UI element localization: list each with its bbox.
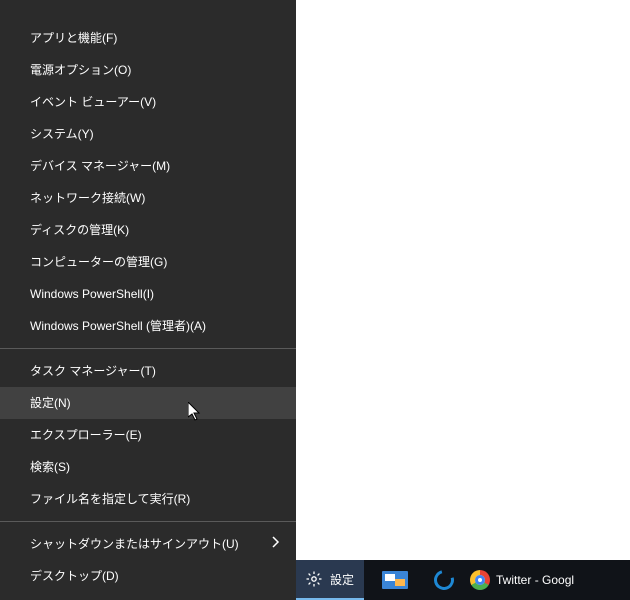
- menu-item-powershell-admin[interactable]: Windows PowerShell (管理者)(A): [0, 310, 296, 342]
- chrome-icon: [470, 570, 490, 590]
- menu-item-label: シャットダウンまたはサインアウト(U): [30, 528, 239, 560]
- ime-icon: [382, 571, 408, 589]
- menu-item-system[interactable]: システム(Y): [0, 118, 296, 150]
- menu-separator: [0, 521, 296, 522]
- menu-item-label: タスク マネージャー(T): [30, 355, 156, 387]
- menu-separator: [0, 348, 296, 349]
- edge-icon: [430, 566, 457, 593]
- menu-item-shutdown-signout[interactable]: シャットダウンまたはサインアウト(U): [0, 528, 296, 560]
- winx-context-menu: アプリと機能(F) 電源オプション(O) イベント ビューアー(V) システム(…: [0, 0, 296, 600]
- menu-item-search[interactable]: 検索(S): [0, 451, 296, 483]
- menu-item-device-manager[interactable]: デバイス マネージャー(M): [0, 150, 296, 182]
- gear-icon: [306, 571, 322, 587]
- menu-item-label: デバイス マネージャー(M): [30, 150, 170, 182]
- menu-item-explorer[interactable]: エクスプローラー(E): [0, 419, 296, 451]
- taskbar-ime-indicator[interactable]: [364, 560, 426, 600]
- menu-item-label: Windows PowerShell (管理者)(A): [30, 310, 206, 342]
- menu-item-label: ファイル名を指定して実行(R): [30, 483, 190, 515]
- menu-item-label: ネットワーク接続(W): [30, 182, 145, 214]
- taskbar-app-chrome[interactable]: Twitter - Googl: [462, 560, 580, 600]
- menu-item-computer-management[interactable]: コンピューターの管理(G): [0, 246, 296, 278]
- menu-item-label: エクスプローラー(E): [30, 419, 142, 451]
- taskbar-app-edge[interactable]: [426, 560, 462, 600]
- menu-item-label: システム(Y): [30, 118, 94, 150]
- menu-item-event-viewer[interactable]: イベント ビューアー(V): [0, 86, 296, 118]
- menu-item-run[interactable]: ファイル名を指定して実行(R): [0, 483, 296, 515]
- menu-item-label: デスクトップ(D): [30, 560, 119, 592]
- chevron-right-icon: [272, 528, 280, 560]
- menu-item-apps-and-features[interactable]: アプリと機能(F): [0, 22, 296, 54]
- taskbar-app-label: Twitter - Googl: [496, 573, 574, 587]
- taskbar-app-settings[interactable]: 設定: [296, 560, 364, 600]
- taskbar: 設定 Twitter - Googl: [296, 560, 630, 600]
- menu-item-desktop[interactable]: デスクトップ(D): [0, 560, 296, 592]
- menu-item-label: 電源オプション(O): [30, 54, 131, 86]
- menu-item-label: ディスクの管理(K): [30, 214, 129, 246]
- menu-item-label: イベント ビューアー(V): [30, 86, 156, 118]
- menu-item-powershell[interactable]: Windows PowerShell(I): [0, 278, 296, 310]
- menu-item-label: 検索(S): [30, 451, 70, 483]
- taskbar-app-label: 設定: [330, 571, 354, 588]
- menu-item-network-connections[interactable]: ネットワーク接続(W): [0, 182, 296, 214]
- menu-item-disk-management[interactable]: ディスクの管理(K): [0, 214, 296, 246]
- menu-item-label: アプリと機能(F): [30, 22, 117, 54]
- menu-item-power-options[interactable]: 電源オプション(O): [0, 54, 296, 86]
- menu-item-task-manager[interactable]: タスク マネージャー(T): [0, 355, 296, 387]
- menu-item-label: Windows PowerShell(I): [30, 278, 154, 310]
- menu-item-label: コンピューターの管理(G): [30, 246, 167, 278]
- menu-item-label: 設定(N): [30, 387, 71, 419]
- menu-item-settings[interactable]: 設定(N): [0, 387, 296, 419]
